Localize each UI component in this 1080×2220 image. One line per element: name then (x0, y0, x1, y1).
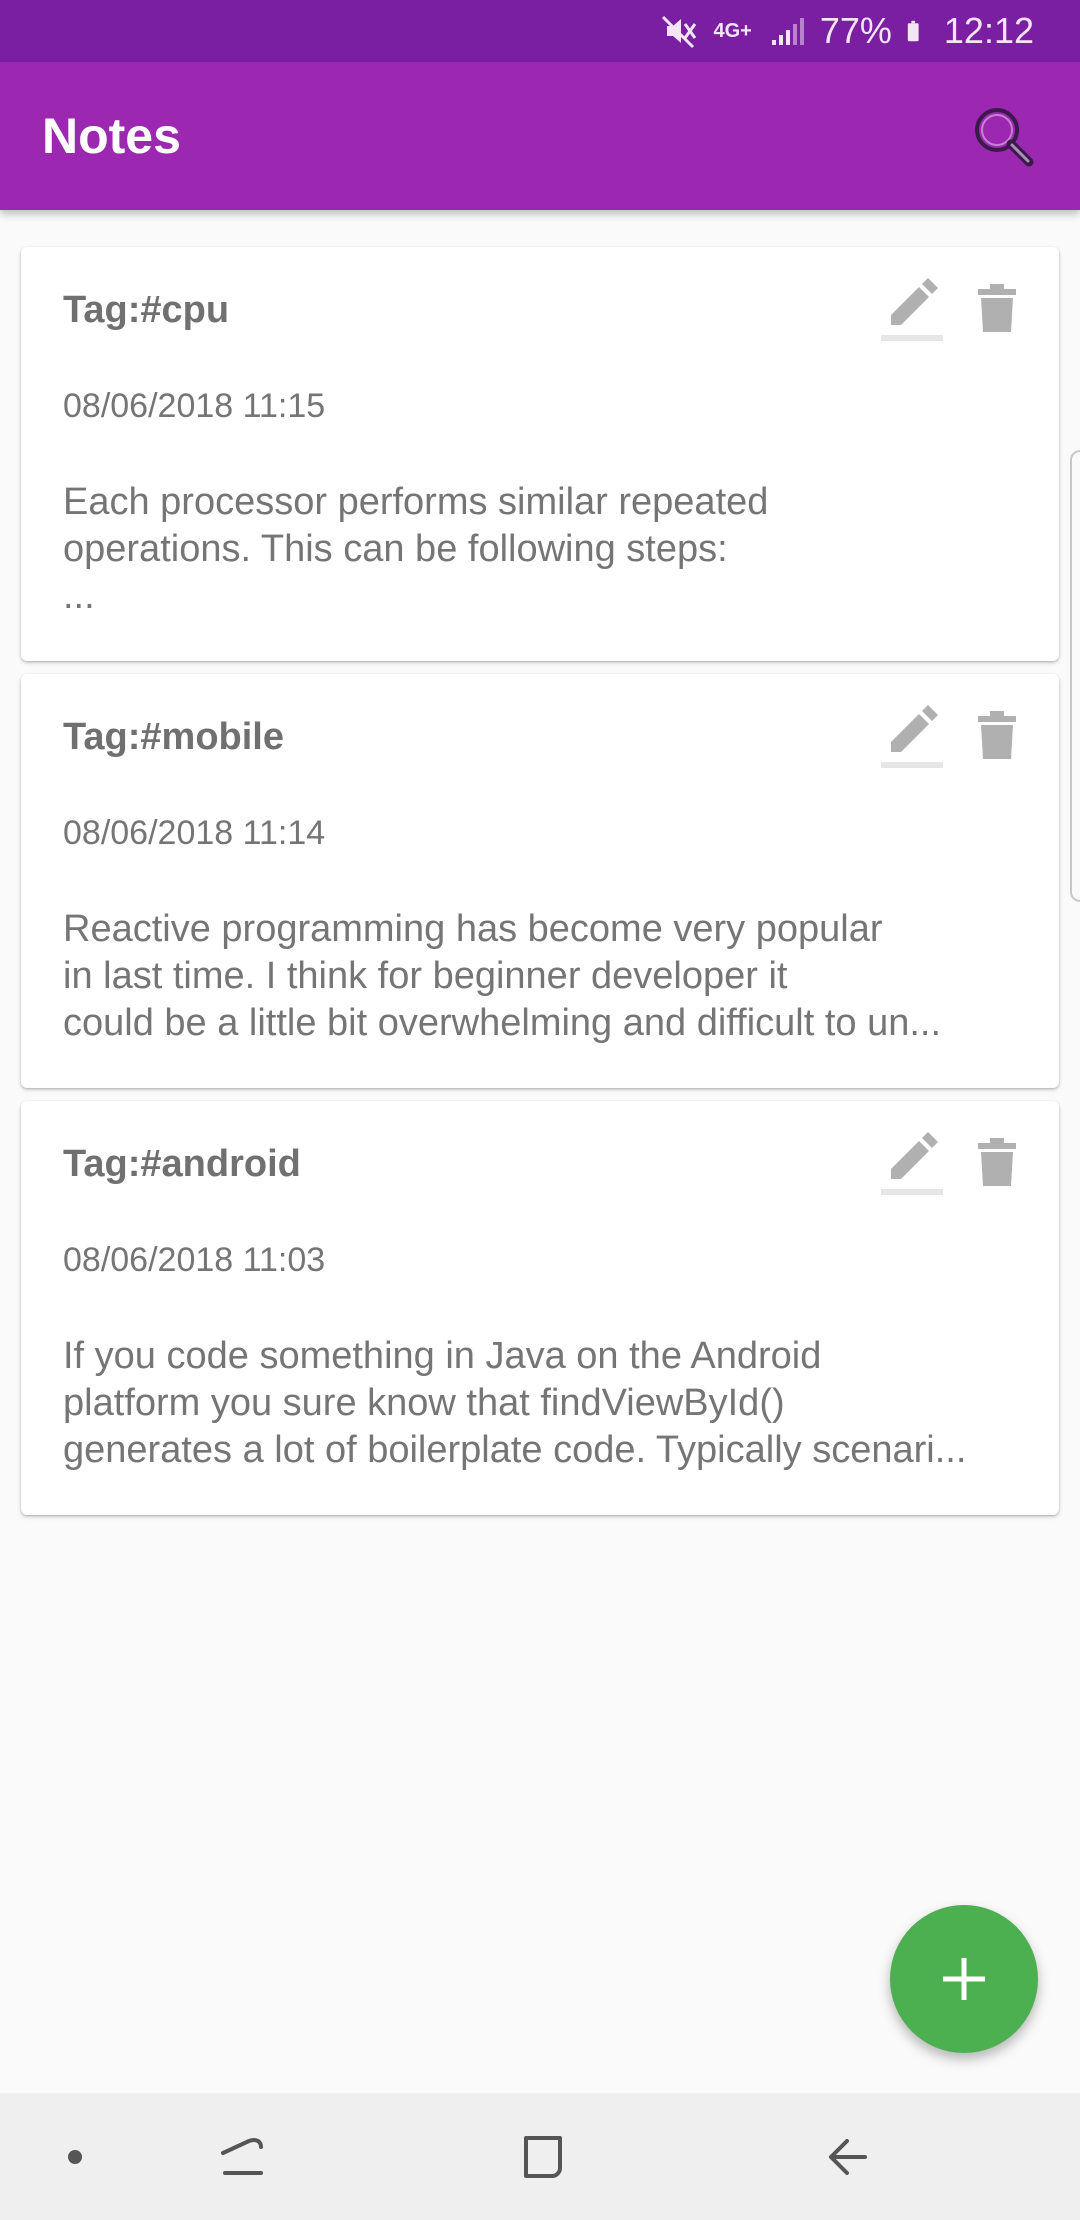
app-bar: Notes (0, 62, 1080, 210)
system-nav-bar (0, 2093, 1080, 2220)
signal-icon (771, 18, 804, 45)
delete-note-button[interactable] (975, 710, 1019, 762)
note-date: 08/06/2018 11:14 (63, 814, 326, 852)
mute-icon (662, 15, 697, 49)
search-button[interactable] (964, 97, 1044, 177)
note-tag: Tag:#mobile (63, 716, 284, 758)
page-title: Notes (42, 108, 181, 164)
note-card[interactable]: Tag:#cpu 08/06/2018 11:15 Each processor… (21, 247, 1059, 661)
edit-note-button[interactable] (879, 273, 945, 345)
home-button[interactable] (500, 2093, 586, 2220)
trash-icon (978, 284, 1016, 332)
recent-apps-button[interactable] (200, 2093, 286, 2220)
trash-icon (978, 711, 1016, 759)
note-tag: Tag:#cpu (63, 289, 230, 331)
clock: 12:12 (943, 10, 1034, 51)
pencil-icon (881, 1132, 943, 1195)
trash-icon (978, 1138, 1016, 1186)
plus-icon (943, 1958, 985, 2000)
battery-percent: 77% (819, 10, 892, 51)
back-button[interactable] (806, 2093, 892, 2220)
delete-note-button[interactable] (975, 283, 1019, 335)
scroll-indicator[interactable] (1070, 450, 1080, 902)
dot-icon (68, 2149, 82, 2164)
note-card[interactable]: Tag:#mobile 08/06/2018 11:14 Reactive pr… (21, 674, 1059, 1088)
note-tag: Tag:#android (63, 1143, 301, 1185)
nav-dot-button[interactable] (52, 2093, 98, 2220)
note-preview: Reactive programming has become very pop… (63, 908, 942, 1044)
delete-note-button[interactable] (975, 1137, 1019, 1189)
home-square-icon (524, 2135, 562, 2178)
back-arrow-icon (829, 2138, 867, 2175)
edit-note-button[interactable] (879, 1127, 945, 1199)
battery-icon (907, 20, 919, 42)
note-preview: Each processor performs similar repeated… (63, 481, 769, 617)
pencil-icon (881, 705, 943, 768)
recents-icon (221, 2137, 263, 2175)
note-preview: If you code something in Java on the And… (63, 1335, 967, 1471)
status-bar: 4G+ 77% 12:12 (0, 0, 1080, 62)
pencil-icon (881, 278, 943, 341)
edit-note-button[interactable] (879, 700, 945, 772)
network-type: 4G+ (713, 19, 752, 42)
note-date: 08/06/2018 11:15 (63, 387, 326, 425)
note-card[interactable]: Tag:#android 08/06/2018 11:03 If you cod… (21, 1101, 1059, 1515)
add-note-button[interactable] (890, 1905, 1038, 2053)
status-icons: 4G+ 77% 12:12 (659, 0, 1034, 62)
note-date: 08/06/2018 11:03 (63, 1241, 326, 1279)
search-icon (975, 108, 1034, 167)
